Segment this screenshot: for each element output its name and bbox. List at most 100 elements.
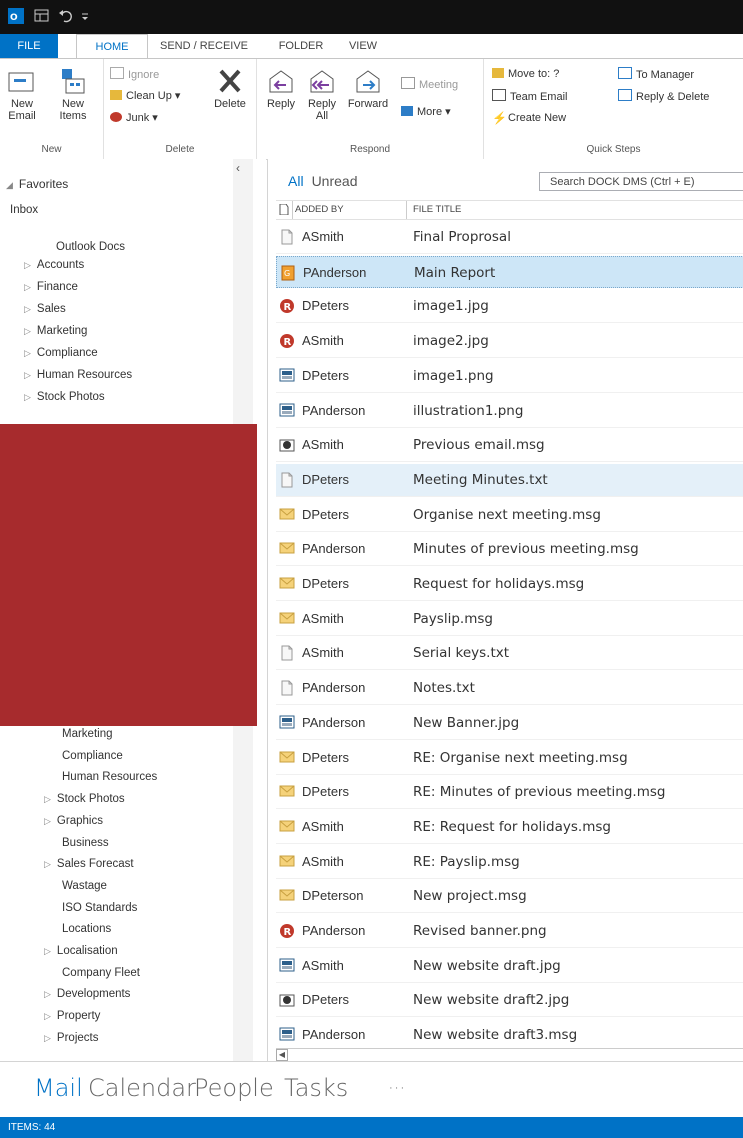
nav-item-inbox[interactable]: Inbox (10, 204, 38, 216)
table-row[interactable]: ASmith RE: Request for holidays.msg (276, 811, 743, 844)
nav-subfolder-item[interactable]: ▷ Graphics (44, 815, 103, 827)
nav-folder-item[interactable]: ▷ Sales (24, 303, 66, 315)
nav-folder-item[interactable]: ▷ Finance (24, 281, 78, 293)
table-row[interactable]: ASmith RE: Payslip.msg (276, 846, 743, 879)
layout-icon[interactable] (34, 8, 50, 24)
expand-arrow-icon: ▷ (44, 1032, 51, 1043)
nav-folder-label: Human Resources (36, 369, 133, 381)
table-row[interactable]: ASmith Payslip.msg (276, 603, 743, 636)
tab-home[interactable]: HOME (76, 34, 148, 60)
table-row[interactable]: DPeters Organise next meeting.msg (276, 499, 743, 532)
nav-mail[interactable]: Mail (34, 1074, 83, 1102)
favorites-header[interactable]: ◢ Favorites (6, 177, 68, 191)
scroll-left-arrow-icon[interactable]: ◀ (276, 1049, 288, 1061)
nav-subfolder-label: Wastage (62, 879, 107, 892)
column-file-title[interactable]: FILE TITLE (413, 204, 461, 215)
nav-subfolder-item[interactable]: ISO Standards (62, 902, 137, 914)
table-row[interactable]: R ASmith image2.jpg (276, 325, 743, 359)
table-row[interactable]: ASmith Previous email.msg (276, 429, 743, 463)
filter-all[interactable]: All (288, 173, 304, 189)
table-row[interactable]: PAnderson New Banner.jpg (276, 707, 743, 740)
move-folder-icon (492, 68, 504, 78)
nav-subfolder-item[interactable]: Compliance (62, 750, 123, 762)
table-row[interactable]: PAnderson Notes.txt (276, 672, 743, 706)
junk-button[interactable]: Junk ▾ (110, 111, 158, 125)
table-row[interactable]: R DPeters image1.jpg (276, 290, 743, 324)
collapse-pane-chevron-icon[interactable]: ‹ (236, 161, 240, 175)
table-row[interactable]: PAnderson illustration1.png (276, 395, 743, 428)
tab-send-receive[interactable]: SEND / RECEIVE (152, 34, 256, 58)
ribbon-group-new: New Email New Items New (0, 59, 104, 159)
filter-unread[interactable]: Unread (312, 173, 358, 189)
column-added-by[interactable]: ADDED BY (295, 204, 344, 215)
table-row[interactable]: DPeters Request for holidays.msg (276, 568, 743, 601)
envelope-icon (279, 541, 295, 556)
search-input[interactable]: Search DOCK DMS (Ctrl + E) (539, 172, 743, 191)
meeting-button[interactable]: Meeting (401, 77, 458, 92)
nav-subfolder-item[interactable]: ▷ Property (44, 1010, 100, 1022)
nav-folder-item[interactable]: ▷ Human Resources (24, 369, 132, 381)
table-row[interactable]: ASmith New website draft.jpg (276, 950, 743, 983)
quickstep-create-new[interactable]: ⚡Create New (492, 111, 566, 125)
nav-subfolder-item[interactable]: Locations (62, 923, 111, 935)
table-row[interactable]: DPeterson New project.msg (276, 880, 743, 914)
quickstep-move-to[interactable]: Move to: ? (492, 67, 559, 81)
quickstep-team-email[interactable]: Team Email (492, 89, 567, 104)
nav-subfolder-item[interactable]: ▷ Sales Forecast (44, 858, 134, 870)
forward-button[interactable]: Forward (345, 67, 391, 110)
nav-subfolder-item[interactable]: ▷ Stock Photos (44, 793, 125, 805)
nav-folder-item[interactable]: ▷ Compliance (24, 347, 98, 359)
quickstep-to-manager[interactable]: To Manager (618, 67, 694, 82)
new-items-button[interactable]: New Items (48, 67, 98, 122)
nav-subfolder-label: Property (56, 1010, 101, 1023)
ignore-button[interactable]: Ignore (110, 67, 159, 82)
nav-folder-item[interactable]: ▷ Marketing (24, 325, 87, 337)
horizontal-scrollbar[interactable]: ◀ (276, 1048, 743, 1062)
more-respond-button[interactable]: More ▾ (401, 105, 451, 119)
reply-all-button[interactable]: Reply All (303, 67, 341, 122)
more-nav-ellipsis-icon[interactable]: ··· (388, 1078, 405, 1099)
nav-subfolder-item[interactable]: Business (62, 837, 109, 849)
table-row[interactable]: PAnderson Minutes of previous meeting.msg (276, 533, 743, 567)
clean-up-button[interactable]: Clean Up ▾ (110, 89, 180, 103)
expand-arrow-icon: ▷ (24, 348, 31, 358)
table-row[interactable]: DPeters New website draft2.jpg (276, 984, 743, 1018)
nav-subfolder-item[interactable]: Company Fleet (62, 967, 140, 979)
table-row[interactable]: DPeters RE: Organise next meeting.msg (276, 742, 743, 775)
nav-tasks[interactable]: Tasks (284, 1074, 348, 1102)
nav-subfolder-item[interactable]: Marketing (62, 728, 113, 740)
table-row[interactable]: DPeters image1.png (276, 360, 743, 393)
nav-folder-item[interactable]: ▷ Accounts (24, 259, 84, 271)
new-email-button[interactable]: New Email (4, 67, 40, 122)
nav-subfolder-item[interactable]: ▷ Localisation (44, 945, 118, 957)
undo-icon[interactable] (58, 8, 74, 24)
quickstep-reply-delete[interactable]: Reply & Delete (618, 89, 709, 104)
customize-toolbar-icon[interactable] (80, 8, 90, 24)
added-by-cell: ASmith (302, 957, 344, 973)
nav-subfolder-item[interactable]: ▷ Projects (44, 1032, 98, 1044)
new-email-label: New Email (8, 98, 36, 122)
nav-calendar[interactable]: Calendar (88, 1074, 196, 1102)
file-title-cell: RE: Minutes of previous meeting.msg (413, 784, 666, 801)
table-row[interactable]: DPeters Meeting Minutes.txt (276, 463, 743, 497)
doc-icon (279, 229, 295, 245)
tab-folder[interactable]: FOLDER (272, 34, 330, 58)
table-row[interactable]: R PAnderson Revised banner.png (276, 915, 743, 948)
nav-subfolder-item[interactable]: Wastage (62, 880, 107, 892)
table-row[interactable]: ASmith Serial keys.txt (276, 637, 743, 671)
clean-up-icon (110, 90, 122, 100)
nav-folder-item[interactable]: ▷ Stock Photos (24, 391, 105, 403)
nav-item-outlook-docs[interactable]: Outlook Docs (56, 241, 125, 253)
nav-subfolder-item[interactable]: Human Resources (62, 771, 157, 783)
group-label-respond: Respond (349, 144, 391, 155)
table-row[interactable]: G PAnderson Main Report (276, 255, 743, 288)
tab-file[interactable]: FILE (0, 34, 58, 58)
nav-people[interactable]: People (194, 1074, 274, 1102)
table-row[interactable]: DPeters RE: Minutes of previous meeting.m… (276, 776, 743, 810)
delete-button[interactable]: Delete (210, 67, 250, 110)
nav-subfolder-item[interactable]: ▷ Developments (44, 988, 130, 1000)
tab-view[interactable]: VIEW (340, 34, 386, 58)
doc-type-column-icon[interactable] (279, 203, 289, 218)
table-row[interactable]: ASmith Final Proprosal (276, 221, 743, 254)
reply-button[interactable]: Reply (263, 67, 299, 110)
